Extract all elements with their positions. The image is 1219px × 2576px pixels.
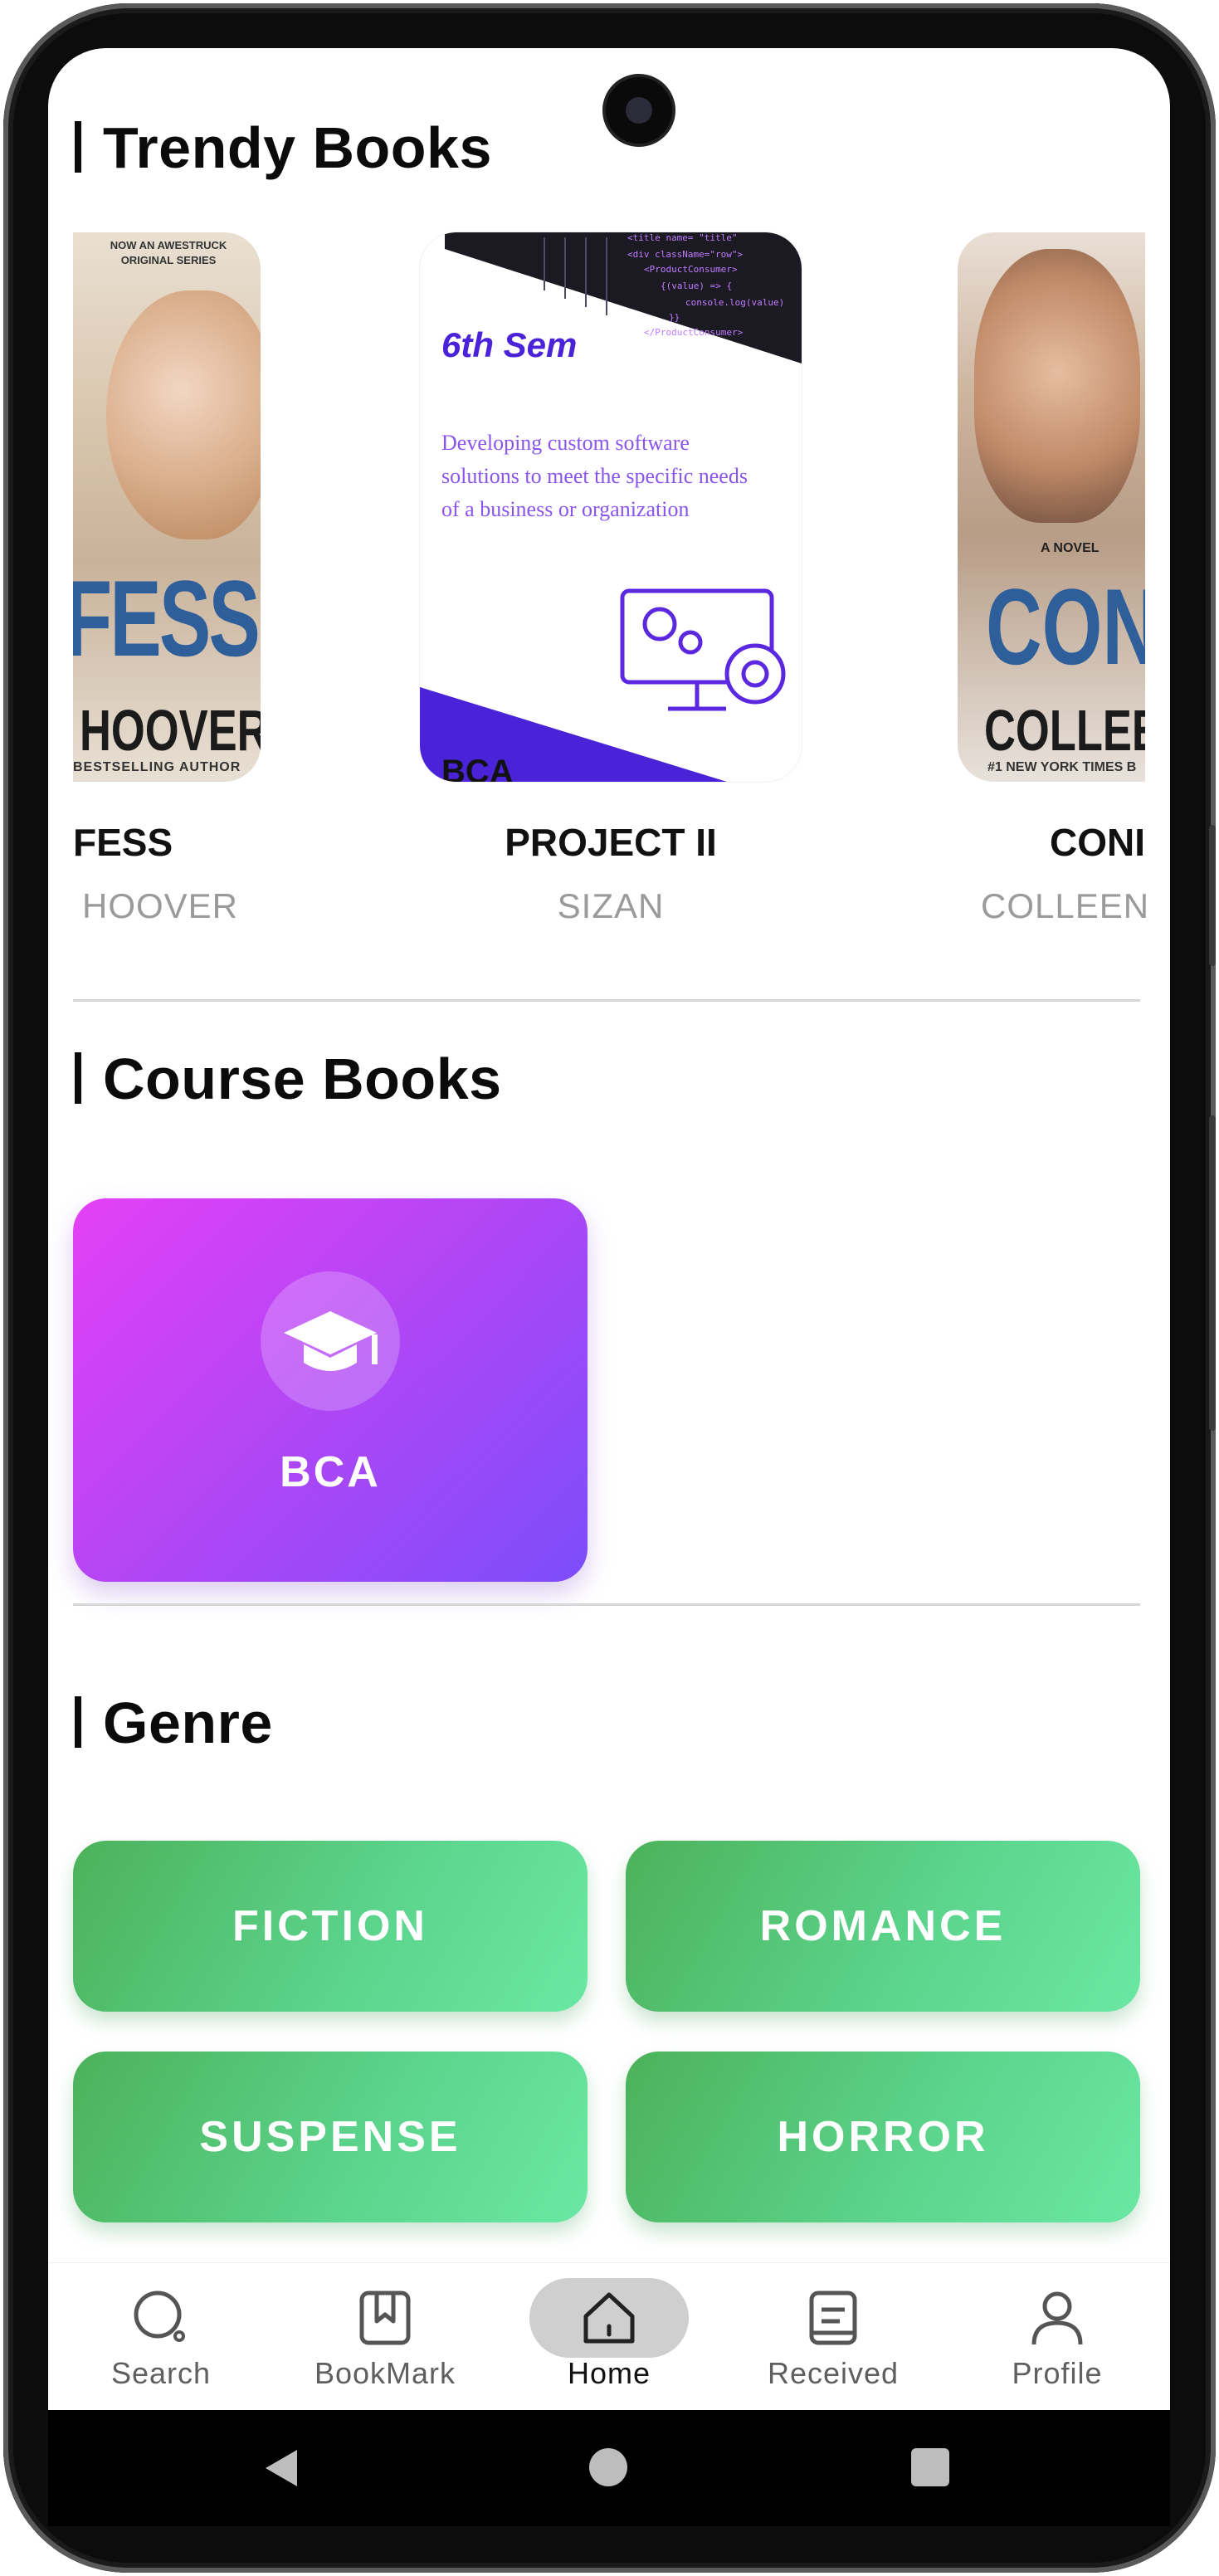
nav-label-received: Received	[767, 2356, 900, 2390]
svg-text:}}: }}	[669, 312, 680, 323]
book-title-right[interactable]: CONI	[1037, 820, 1145, 865]
nav-item-profile[interactable]: Profile	[974, 2263, 1140, 2410]
cover-left-bottom-text: BESTSELLING AUTHOR	[73, 760, 241, 774]
nav-label-home: Home	[567, 2356, 651, 2390]
book-cover-center[interactable]: <title name= "title" <div className="row…	[420, 232, 802, 782]
book-cover-right[interactable]: A NOVEL CONI COLLEEN #1 NEW YORK TIMES B	[958, 232, 1145, 782]
heading-bar	[75, 1052, 81, 1104]
cover-center-tag: BCA	[441, 754, 514, 782]
trendy-books-heading: Trendy Books	[75, 115, 492, 181]
course-books-title: Course Books	[103, 1046, 502, 1111]
genre-romance-button[interactable]: ROMANCE	[626, 1841, 1140, 2012]
app-screen: Trendy Books NOW AN AWESTRUCK ORIGINAL S…	[48, 48, 1170, 2410]
cover-right-small-text: A NOVEL	[1041, 541, 1100, 555]
svg-text:</ProductConsumer>: </ProductConsumer>	[644, 327, 744, 338]
course-card-label: BCA	[280, 1448, 381, 1496]
nav-label-search: Search	[110, 2356, 212, 2390]
cover-right-author-text: COLLEEN	[984, 698, 1145, 763]
cover-right-bottom-text: #1 NEW YORK TIMES B	[987, 760, 1137, 774]
section-divider	[73, 999, 1140, 1002]
book-title-center[interactable]: PROJECT II	[445, 820, 777, 865]
cover-left-top-1: NOW AN AWESTRUCK	[110, 239, 227, 251]
cover-left-face	[106, 290, 261, 539]
nav-label-profile: Profile	[1012, 2356, 1103, 2390]
cover-center-desc: Developing custom software solutions to …	[441, 431, 748, 521]
genre-title: Genre	[103, 1690, 273, 1755]
search-icon	[134, 2291, 185, 2342]
received-icon	[809, 2291, 857, 2345]
home-system-icon[interactable]	[589, 2448, 627, 2486]
svg-text:<ProductConsumer>: <ProductConsumer>	[644, 264, 738, 275]
course-icon-circle	[261, 1271, 400, 1411]
bookmark-icon	[359, 2291, 411, 2345]
nav-item-home[interactable]: Home	[526, 2263, 692, 2410]
back-icon[interactable]	[261, 2447, 304, 2490]
heading-bar	[75, 1696, 81, 1748]
nav-item-bookmark[interactable]: BookMark	[302, 2263, 468, 2410]
nav-label-bookmark: BookMark	[314, 2356, 456, 2390]
svg-text:<title name= "title": <title name= "title"	[627, 232, 737, 243]
front-camera	[606, 77, 672, 144]
course-books-heading: Course Books	[75, 1046, 502, 1112]
volume-button	[1209, 825, 1216, 966]
nav-item-received[interactable]: Received	[750, 2263, 916, 2410]
bottom-navigation: Search BookMark Home Received Profile	[48, 2262, 1170, 2410]
cover-left-top-2: ORIGINAL SERIES	[120, 254, 217, 266]
book-author-center: SIZAN	[557, 886, 665, 925]
power-button	[1209, 1115, 1216, 1431]
book-author-right: COLLEEN	[981, 886, 1150, 925]
course-card-bca[interactable]: BCA	[73, 1198, 588, 1582]
nav-item-search[interactable]: Search	[78, 2263, 244, 2410]
svg-text:{(value) => {: {(value) => {	[661, 281, 732, 291]
section-divider	[73, 1603, 1140, 1606]
book-author-left: HOOVER	[81, 886, 239, 925]
recents-icon[interactable]	[911, 2448, 949, 2486]
cover-left-big-text: FESS	[73, 558, 261, 679]
trendy-books-title: Trendy Books	[103, 115, 492, 180]
heading-bar	[75, 121, 81, 173]
genre-heading: Genre	[75, 1690, 273, 1756]
svg-text:console.log(value): console.log(value)	[685, 297, 784, 308]
genre-fiction-button[interactable]: FICTION	[73, 1841, 588, 2012]
profile-icon	[1031, 2291, 1083, 2345]
cover-left-author-text: HOOVER	[80, 698, 261, 763]
cover-right-big-text: CONI	[986, 566, 1145, 687]
cover-center-heading: 6th Sem	[441, 325, 578, 364]
book-title-left[interactable]: FESS	[73, 820, 173, 865]
graduation-cap-icon	[284, 1311, 378, 1371]
cover-right-face	[974, 249, 1140, 523]
book-cover-left[interactable]: NOW AN AWESTRUCK ORIGINAL SERIES FESS HO…	[73, 232, 261, 782]
svg-text:<div className="row">: <div className="row">	[627, 249, 743, 260]
home-icon	[583, 2292, 635, 2344]
system-navigation-bar	[48, 2410, 1170, 2526]
genre-suspense-button[interactable]: SUSPENSE	[73, 2052, 588, 2222]
genre-horror-button[interactable]: HORROR	[626, 2052, 1140, 2222]
